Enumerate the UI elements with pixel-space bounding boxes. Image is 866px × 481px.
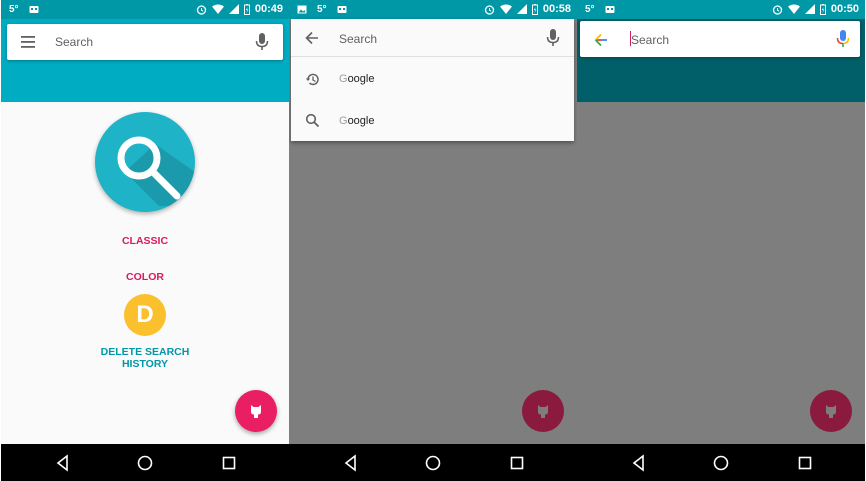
battery-icon bbox=[531, 3, 538, 15]
clock-text: 00:50 bbox=[830, 3, 859, 15]
back-icon[interactable] bbox=[341, 453, 361, 473]
image-notification-icon bbox=[297, 5, 307, 14]
history-icon bbox=[305, 73, 319, 86]
status-bar: 5° 00:58 bbox=[289, 0, 577, 19]
temperature-text: 5° bbox=[317, 4, 327, 15]
suggestion-hint: G bbox=[339, 115, 348, 127]
delete-history-avatar[interactable]: D bbox=[124, 294, 166, 336]
suggestion-search-row[interactable]: Google bbox=[291, 100, 574, 142]
recents-icon[interactable] bbox=[219, 453, 239, 473]
github-fab-button[interactable] bbox=[522, 390, 564, 432]
github-icon bbox=[826, 405, 836, 418]
suggestion-text: oogle bbox=[347, 115, 375, 127]
delete-history-option[interactable]: DELETE SEARCH HISTORY bbox=[1, 346, 289, 370]
android-notification-icon bbox=[605, 6, 615, 13]
arrow-back-color-icon[interactable] bbox=[594, 33, 608, 47]
status-bar: 5° 00:50 bbox=[577, 0, 865, 19]
alarm-icon bbox=[196, 4, 207, 15]
nav-bar bbox=[1, 444, 289, 481]
search-placeholder[interactable]: Search bbox=[55, 35, 93, 49]
classic-option[interactable]: CLASSIC bbox=[1, 235, 289, 247]
battery-icon bbox=[819, 3, 826, 15]
temperature-text: 5° bbox=[9, 4, 19, 15]
home-icon[interactable] bbox=[423, 453, 443, 473]
back-icon[interactable] bbox=[629, 453, 649, 473]
suggestions-dropdown: Search Google Google bbox=[291, 19, 574, 141]
recents-icon[interactable] bbox=[507, 453, 527, 473]
github-fab-button[interactable] bbox=[810, 390, 852, 432]
menu-icon[interactable] bbox=[21, 36, 37, 48]
search-input[interactable]: Search bbox=[631, 33, 669, 47]
github-icon bbox=[251, 405, 261, 418]
delete-history-line1: DELETE SEARCH bbox=[100, 346, 190, 358]
mic-icon[interactable] bbox=[546, 29, 560, 47]
delete-history-line2: HISTORY bbox=[121, 358, 169, 370]
nav-bar bbox=[289, 444, 577, 481]
search-bar[interactable]: Search bbox=[291, 19, 574, 57]
home-icon[interactable] bbox=[711, 453, 731, 473]
android-notification-icon bbox=[337, 6, 347, 13]
suggestion-hint: G bbox=[339, 73, 348, 85]
signal-icon bbox=[804, 4, 815, 14]
search-bar[interactable]: Search bbox=[7, 24, 283, 60]
github-icon bbox=[538, 405, 548, 418]
nav-bar bbox=[577, 444, 865, 481]
screen-suggestions: 5° 00:58 Search Google Google bbox=[289, 0, 577, 481]
arrow-back-icon[interactable] bbox=[305, 31, 319, 45]
mic-icon[interactable] bbox=[255, 33, 269, 51]
color-option[interactable]: COLOR bbox=[1, 271, 289, 283]
wifi-icon bbox=[499, 4, 512, 14]
screen-color-search: 5° 00:50 Search bbox=[577, 0, 865, 481]
back-icon[interactable] bbox=[53, 453, 73, 473]
search-icon bbox=[305, 113, 320, 128]
github-fab-button[interactable] bbox=[235, 390, 277, 432]
alarm-icon bbox=[772, 4, 783, 15]
android-notification-icon bbox=[29, 6, 39, 13]
temperature-text: 5° bbox=[585, 4, 595, 15]
signal-icon bbox=[516, 4, 527, 14]
search-logo-icon bbox=[95, 112, 195, 212]
search-bar[interactable]: Search bbox=[580, 21, 860, 57]
screens-row: 5° 00:49 Search CLASSIC COLOR D DELETE S… bbox=[0, 0, 866, 481]
mic-color-icon[interactable] bbox=[836, 30, 850, 48]
wifi-icon bbox=[787, 4, 800, 14]
alarm-icon bbox=[484, 4, 495, 15]
app-bar: Search bbox=[577, 19, 865, 102]
status-bar: 5° 00:49 bbox=[1, 0, 289, 19]
suggestion-history-row[interactable]: Google bbox=[291, 58, 574, 100]
suggestion-text: oogle bbox=[347, 73, 375, 85]
screen-classic-search: 5° 00:49 Search CLASSIC COLOR D DELETE S… bbox=[1, 0, 289, 481]
battery-icon bbox=[243, 3, 250, 15]
signal-icon bbox=[228, 4, 239, 14]
search-placeholder[interactable]: Search bbox=[339, 32, 377, 46]
clock-text: 00:58 bbox=[542, 3, 571, 15]
clock-text: 00:49 bbox=[254, 3, 283, 15]
home-icon[interactable] bbox=[135, 453, 155, 473]
wifi-icon bbox=[211, 4, 224, 14]
app-bar: Search bbox=[1, 19, 289, 102]
recents-icon[interactable] bbox=[795, 453, 815, 473]
